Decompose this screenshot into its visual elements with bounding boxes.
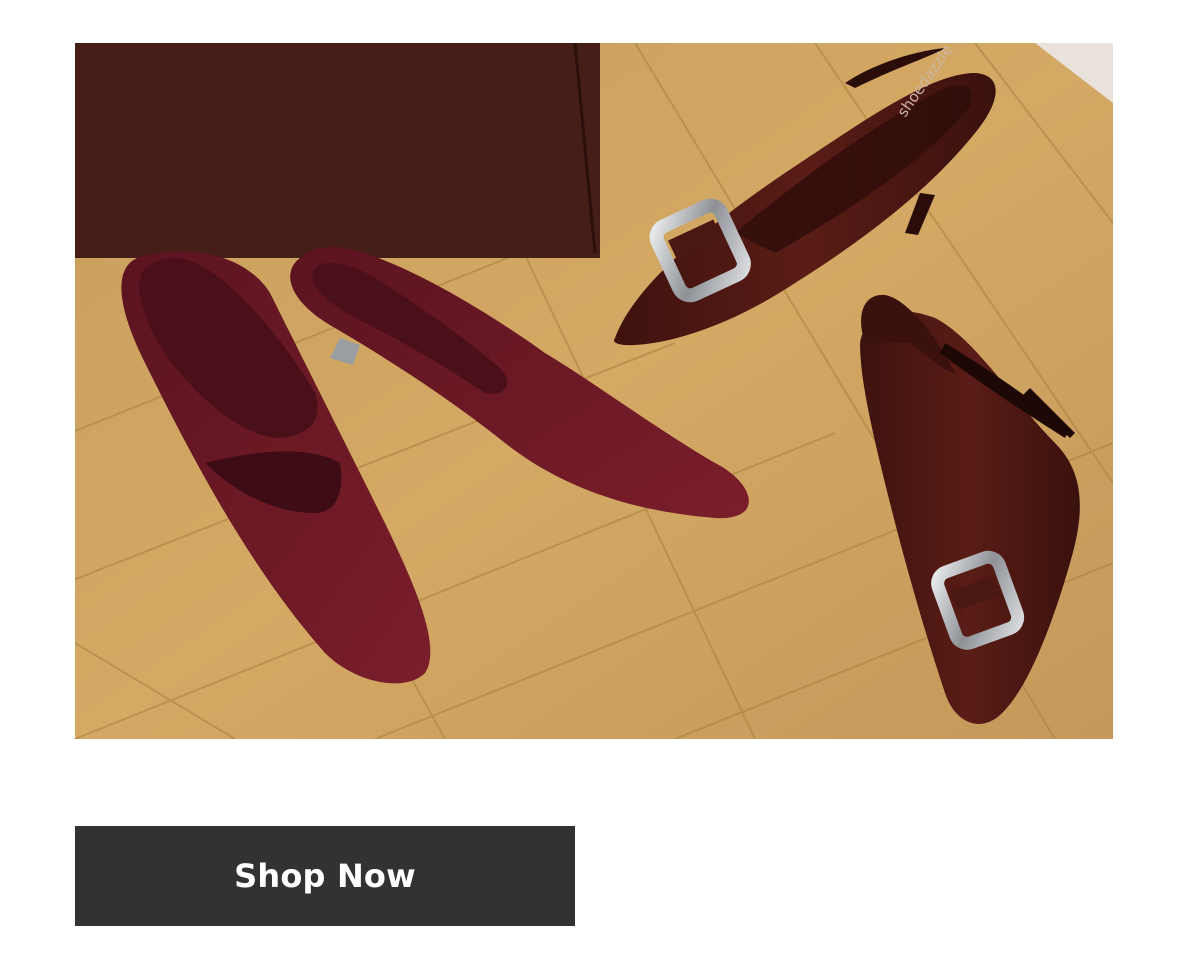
- shop-now-button[interactable]: Shop Now: [75, 826, 575, 926]
- shop-now-label: Shop Now: [234, 857, 416, 895]
- leather-bag: [75, 43, 600, 258]
- hero-image: shoedazzle: [75, 43, 1113, 739]
